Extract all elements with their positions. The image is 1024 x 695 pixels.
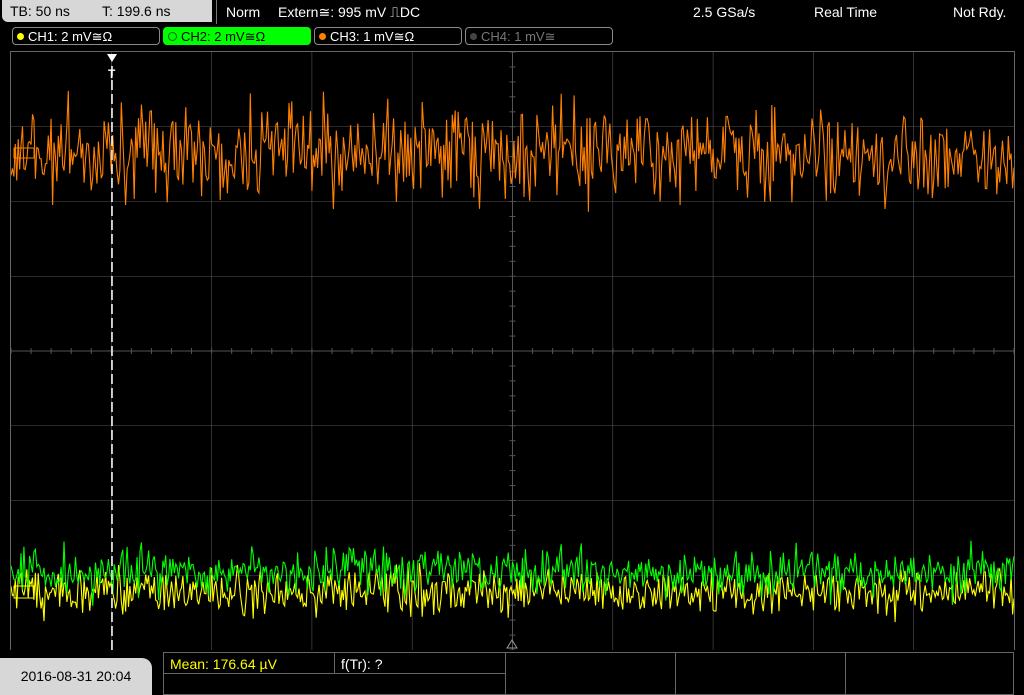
ch2-color-icon xyxy=(168,32,177,42)
channel-label: CH3: 1 mV≅Ω xyxy=(330,29,415,44)
trigger-mode[interactable]: Norm xyxy=(226,0,260,24)
meas-cell xyxy=(846,653,1014,695)
channel-label: CH1: 2 mV≅Ω xyxy=(28,29,113,44)
ch3-color-icon xyxy=(319,33,326,41)
measurement-panel: Mean: 176.64 µV f(Tr): ? xyxy=(163,652,1014,695)
trigger-arrow-icon[interactable] xyxy=(107,54,117,62)
sample-rate: 2.5 GSa/s xyxy=(693,4,756,20)
divider xyxy=(216,0,217,24)
trigger-status: Not Rdy. xyxy=(953,4,1007,20)
top-status-bar: TB: 50 ns T: 199.6 ns Norm Extern≅: 995 … xyxy=(0,0,1024,24)
bottom-bar: 2016-08-31 20:04 Mean: 176.64 µV f(Tr): … xyxy=(0,652,1024,695)
meas-cell xyxy=(164,674,506,695)
trigger-source[interactable]: Extern≅: 995 mV ⎍DC xyxy=(278,0,420,24)
channel-ch1-button[interactable]: CH1: 2 mV≅Ω xyxy=(12,27,160,45)
datetime-display: 2016-08-31 20:04 xyxy=(0,658,152,695)
frequency-measurement[interactable]: f(Tr): ? xyxy=(341,653,382,675)
trigger-marker-label: T xyxy=(108,67,116,81)
meas-cell xyxy=(676,653,846,695)
trigger-time-value: T: 199.6 ns xyxy=(102,3,171,19)
waveform-canvas: T xyxy=(11,52,1014,650)
channel-label: CH4: 1 mV≅ xyxy=(481,29,556,44)
mean-measurement[interactable]: Mean: 176.64 µV xyxy=(170,653,277,675)
channel-label: CH2: 2 mV≅Ω xyxy=(181,29,266,44)
channel-ch3-button[interactable]: CH3: 1 mV≅Ω xyxy=(314,27,462,45)
acquisition-mode: Real Time xyxy=(814,4,878,20)
waveform-display[interactable]: T xyxy=(10,51,1015,650)
timebase-panel[interactable]: TB: 50 ns T: 199.6 ns xyxy=(2,0,212,22)
timebase-value: TB: 50 ns xyxy=(10,3,70,19)
channel-ch2-button[interactable]: CH2: 2 mV≅Ω xyxy=(163,27,311,45)
channel-ch4-button[interactable]: CH4: 1 mV≅ xyxy=(465,27,613,45)
ch1-color-icon xyxy=(17,33,24,41)
meas-cell xyxy=(506,653,676,695)
ch4-color-icon xyxy=(470,33,477,41)
